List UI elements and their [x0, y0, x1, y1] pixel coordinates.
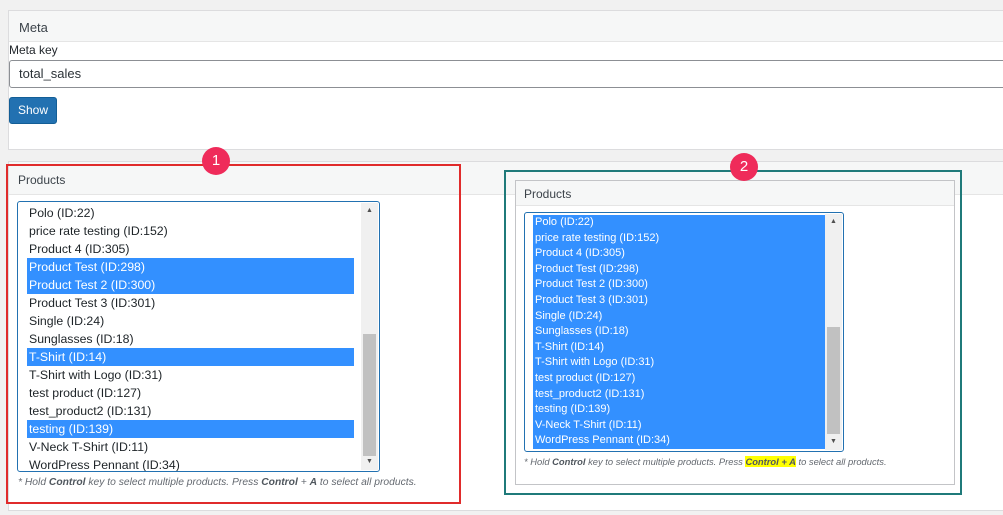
annotation-badge-1: 1	[202, 147, 230, 175]
meta-key-input[interactable]: total_sales	[9, 60, 1003, 88]
show-button[interactable]: Show	[9, 97, 57, 124]
meta-panel-title: Meta	[9, 11, 1003, 42]
meta-key-label: Meta key	[9, 43, 58, 57]
annotation-badge-2: 2	[730, 153, 758, 181]
annotation-box-2	[504, 170, 962, 495]
annotation-box-1	[6, 164, 461, 504]
